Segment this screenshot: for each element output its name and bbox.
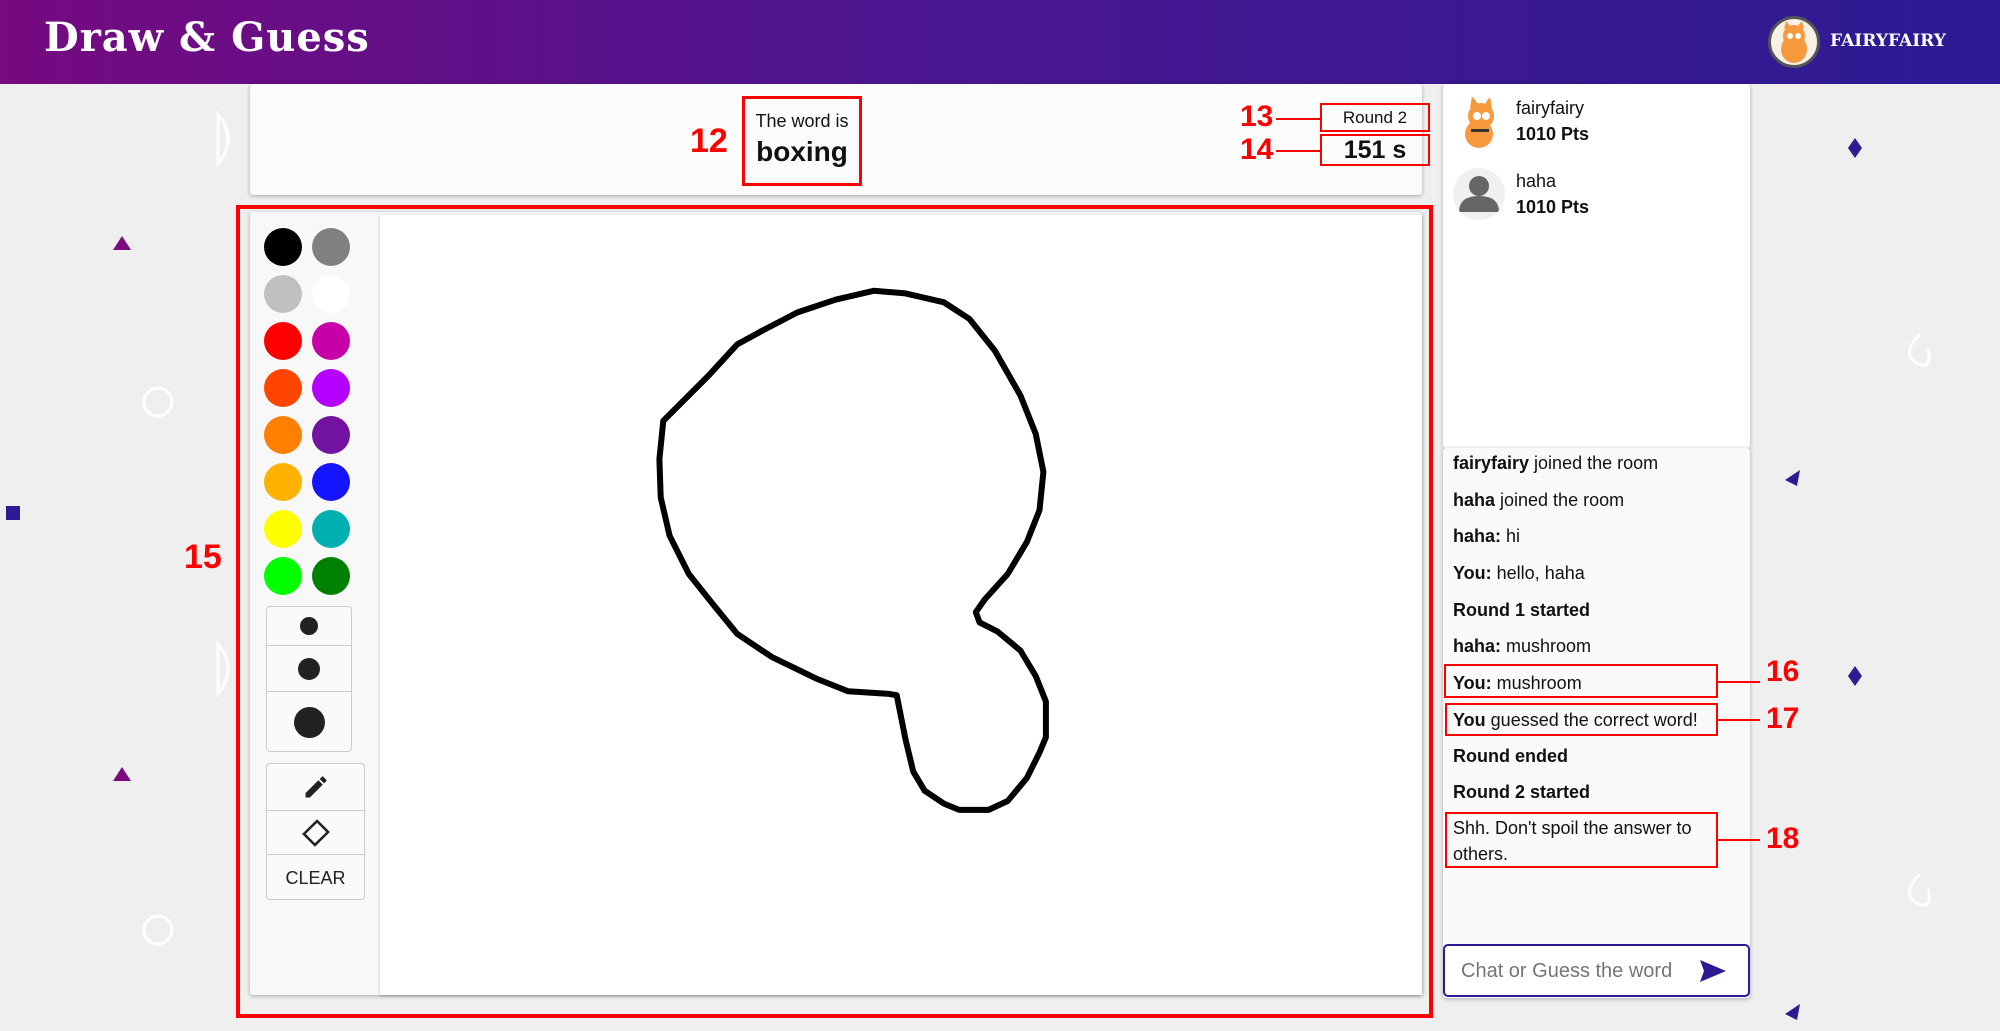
word-label: The word is (755, 111, 849, 131)
highlight-16 (1444, 664, 1718, 698)
eraser-button[interactable] (267, 811, 364, 855)
cat-avatar-icon (1465, 96, 1494, 148)
diamond-icon (1848, 666, 1862, 686)
pencil-button[interactable] (267, 764, 364, 811)
annotation-line (1276, 150, 1320, 152)
brush-size-small[interactable] (267, 607, 351, 646)
annotation-line (1276, 118, 1320, 120)
color-swatch[interactable] (312, 416, 350, 454)
color-swatch[interactable] (264, 275, 302, 313)
brush-size-large[interactable] (267, 692, 351, 752)
cat-avatar-icon (1781, 21, 1807, 63)
clear-button[interactable]: CLEAR (267, 855, 364, 901)
timer: 151 s (1320, 134, 1430, 166)
user-avatar[interactable] (1768, 16, 1820, 68)
message-sender: Round 2 started (1453, 782, 1591, 802)
triangle-icon (1785, 1004, 1800, 1020)
annotation-15: 15 (184, 538, 222, 576)
color-swatch[interactable] (312, 275, 350, 313)
triangle-icon (1785, 470, 1800, 486)
color-swatch[interactable] (264, 463, 302, 501)
send-icon[interactable] (1698, 958, 1728, 984)
color-swatch[interactable] (312, 510, 350, 548)
brush-size-medium[interactable] (267, 646, 351, 692)
chat-message: haha joined the room (1453, 487, 1723, 513)
word-box: The word is boxing (742, 96, 862, 186)
color-swatch[interactable] (312, 369, 350, 407)
message-sender: Round 1 started (1453, 600, 1591, 620)
color-swatch[interactable] (312, 557, 350, 595)
message-text: mushroom (1501, 636, 1592, 656)
person-icon (1459, 176, 1499, 212)
player-name: haha (1516, 171, 1557, 191)
square-icon (6, 506, 20, 520)
message-text: joined the room (1529, 453, 1659, 473)
chat-message: haha: hi (1453, 523, 1723, 549)
chat-input[interactable] (1461, 956, 1681, 986)
annotation-12: 12 (690, 122, 728, 160)
color-swatch[interactable] (312, 322, 350, 360)
message-text: joined the room (1495, 490, 1625, 510)
color-swatch[interactable] (264, 510, 302, 548)
tool-selector: CLEAR (266, 763, 365, 900)
diamond-icon (1848, 138, 1862, 158)
color-swatch[interactable] (312, 228, 350, 266)
highlight-17 (1445, 703, 1718, 736)
player-avatar (1453, 168, 1505, 220)
color-swatch[interactable] (264, 557, 302, 595)
username[interactable]: FAIRYFAIRY (1830, 31, 1946, 51)
annotation-18: 18 (1766, 822, 1800, 855)
chat-message: Round ended (1453, 743, 1723, 769)
message-sender: haha: (1453, 526, 1502, 546)
drawing-stroke (656, 287, 1049, 813)
secret-word: boxing (756, 136, 848, 167)
drawing-canvas[interactable] (380, 215, 1422, 995)
brush-size-selector (266, 606, 352, 752)
chat-message: fairyfairy joined the room (1453, 450, 1723, 476)
player-points: 1010 Pts (1516, 124, 1590, 144)
annotation-13: 13 (1240, 100, 1274, 133)
triangle-icon (113, 767, 131, 781)
color-swatch[interactable] (264, 228, 302, 266)
chat-input-box (1443, 944, 1750, 997)
message-sender: fairyfairy (1453, 453, 1530, 473)
message-sender: You: (1453, 563, 1492, 583)
player-name: fairyfairy (1516, 98, 1585, 118)
triangle-icon (113, 236, 131, 250)
annotation-17: 17 (1766, 702, 1800, 735)
message-sender: haha (1453, 490, 1496, 510)
pencil-icon (305, 776, 327, 798)
color-swatch[interactable] (264, 416, 302, 454)
eraser-icon (301, 818, 330, 847)
player-avatar (1453, 96, 1505, 148)
round-indicator: Round 2 (1320, 103, 1430, 132)
chat-message: Round 1 started (1453, 597, 1723, 623)
annotation-14: 14 (1240, 133, 1274, 166)
chat-message: You: hello, haha (1453, 560, 1723, 586)
chat-message: haha: mushroom (1453, 633, 1723, 659)
message-text: hi (1501, 526, 1521, 546)
highlight-18 (1445, 812, 1718, 868)
annotation-16: 16 (1766, 655, 1800, 688)
player-points: 1010 Pts (1516, 197, 1590, 217)
message-sender: haha: (1453, 636, 1502, 656)
message-sender: Round ended (1453, 746, 1568, 766)
color-swatch[interactable] (264, 322, 302, 360)
message-text: hello, haha (1491, 563, 1585, 583)
chat-message: Round 2 started (1453, 779, 1723, 805)
app-title: Draw & Guess (44, 14, 370, 61)
color-swatch[interactable] (264, 369, 302, 407)
color-swatch[interactable] (312, 463, 350, 501)
